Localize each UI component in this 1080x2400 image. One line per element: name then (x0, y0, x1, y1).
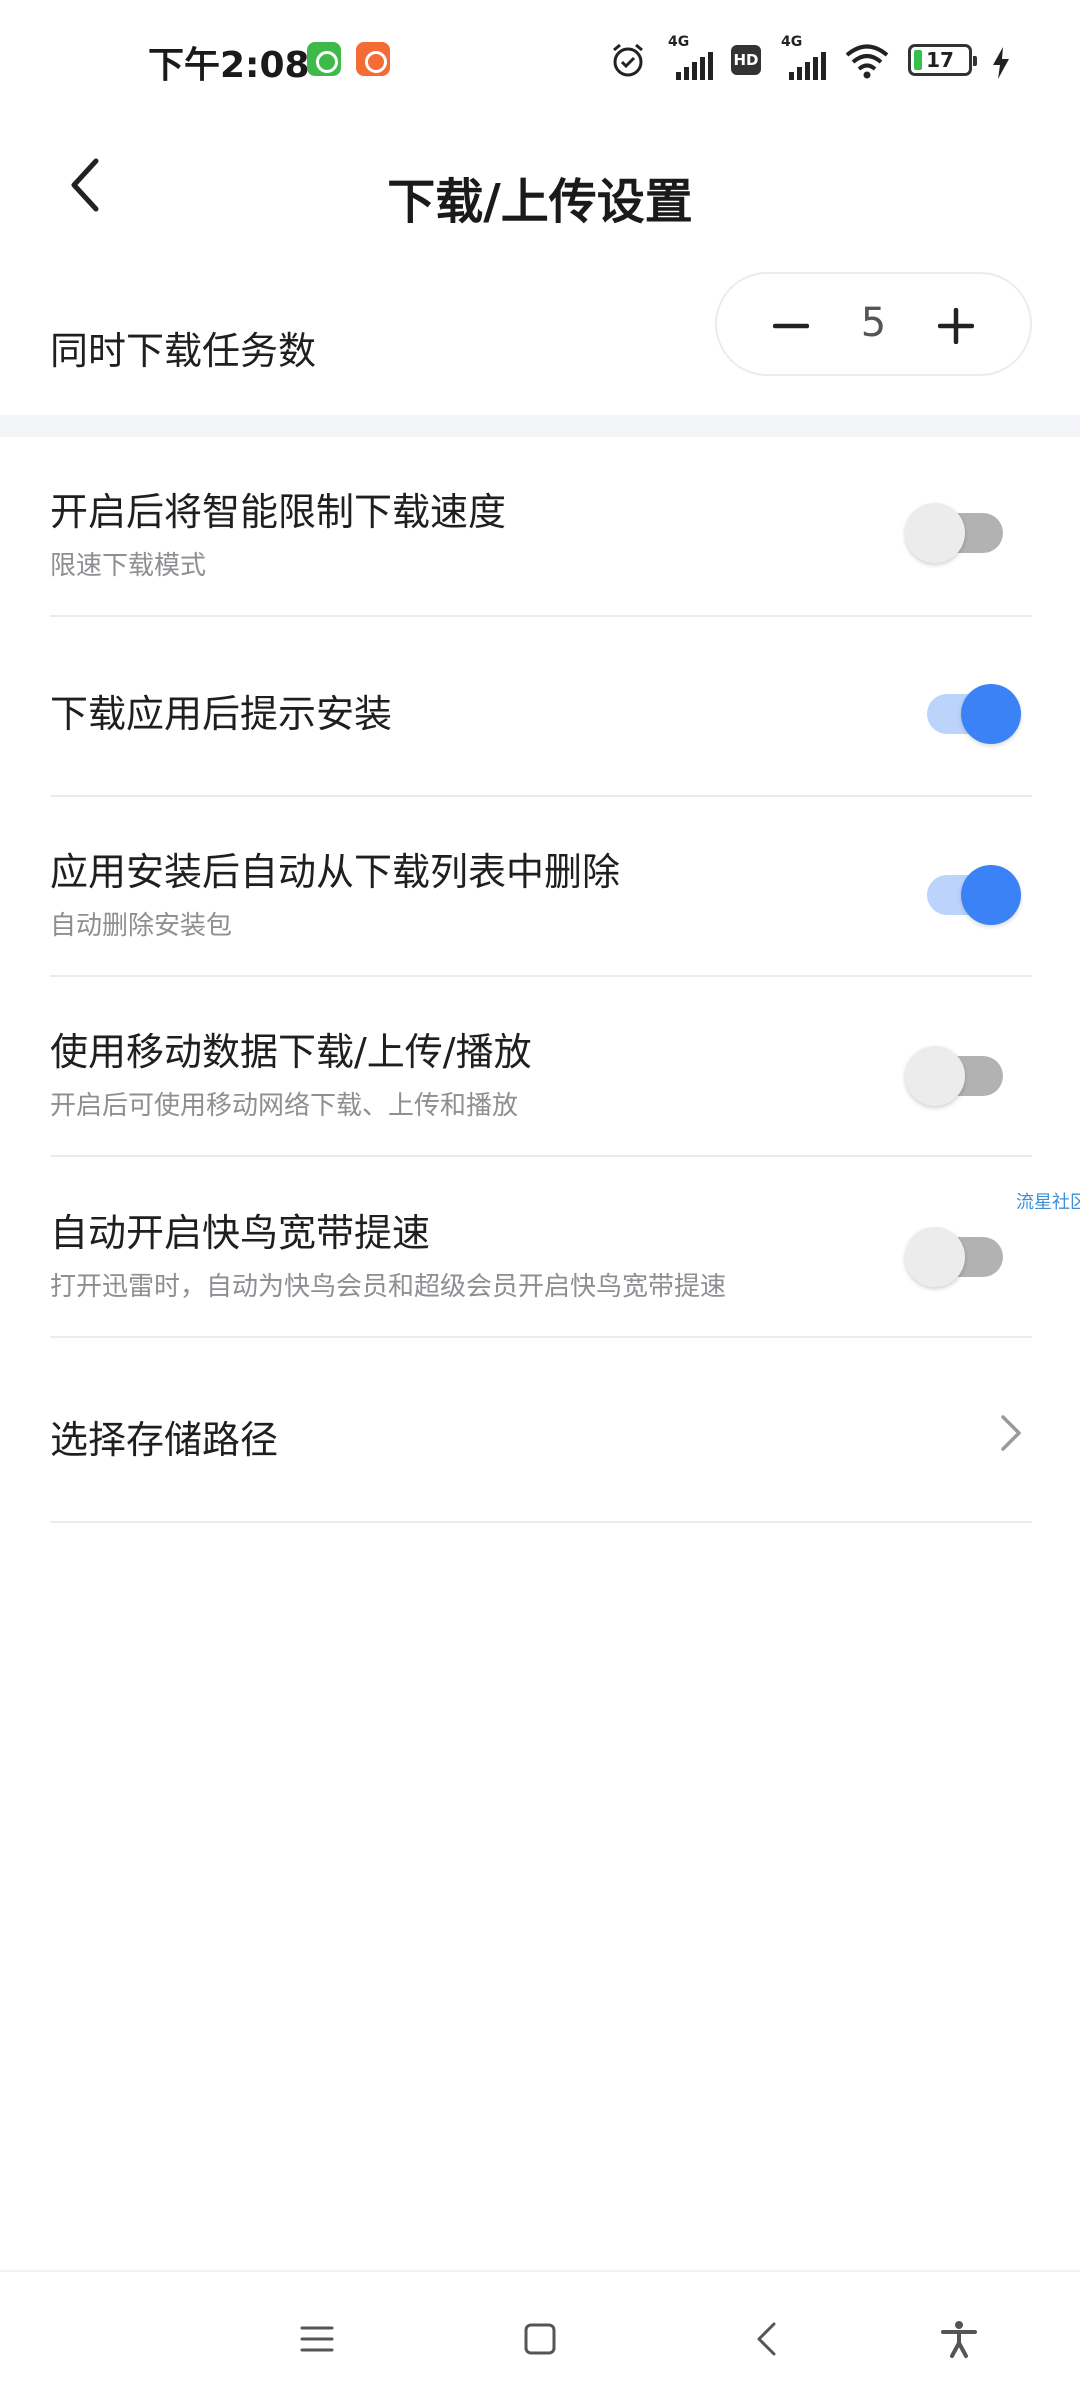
screen: 下午2:08 4G HD 4G 17 (0, 0, 1080, 2400)
header: 下载/上传设置 (0, 120, 1080, 270)
setting-subtitle: 开启后可使用移动网络下载、上传和播放 (50, 1085, 518, 1122)
status-bar: 下午2:08 4G HD 4G 17 (0, 0, 1080, 120)
charging-icon (990, 40, 1012, 80)
signal-icon-2: 4G (779, 40, 826, 80)
home-square-icon (520, 2319, 560, 2359)
system-nav-bar (0, 2270, 1080, 2400)
install-prompt-toggle[interactable] (905, 674, 1025, 744)
speed-limit-toggle[interactable] (905, 493, 1025, 563)
alarm-icon (608, 40, 648, 80)
setting-subtitle: 限速下载模式 (50, 545, 206, 582)
mobile-data-toggle[interactable] (905, 1036, 1025, 1106)
row-divider (50, 1521, 1032, 1523)
concurrent-downloads-label: 同时下载任务数 (50, 320, 316, 375)
back-triangle-icon (747, 2319, 787, 2359)
setting-subtitle: 打开迅雷时，自动为快鸟会员和超级会员开启快鸟宽带提速 (50, 1266, 726, 1303)
wifi-icon (844, 40, 890, 80)
setting-title: 下载应用后提示安装 (50, 683, 392, 738)
toggle-knob (905, 503, 965, 563)
broadband-boost-toggle[interactable] (905, 1217, 1025, 1287)
setting-title: 应用安装后自动从下载列表中删除 (50, 841, 620, 896)
toggle-knob (961, 684, 1021, 744)
watermark-text: 流星社区 (1016, 1188, 1080, 1214)
section-divider (0, 415, 1080, 437)
back-nav-button[interactable] (740, 2312, 794, 2366)
page-title: 下载/上传设置 (0, 162, 1080, 232)
concurrent-downloads-stepper: 5 (715, 272, 1032, 376)
auto-delete-toggle[interactable] (905, 855, 1025, 925)
row-divider (50, 1336, 1032, 1338)
accessibility-nav-button[interactable] (932, 2312, 986, 2366)
status-icons: 4G HD 4G 17 (608, 34, 1012, 86)
accessibility-icon (939, 2319, 979, 2359)
home-nav-button[interactable] (513, 2312, 567, 2366)
chevron-right-icon (996, 1411, 1026, 1455)
hd-badge: HD (731, 45, 761, 75)
battery-icon: 17 (908, 44, 972, 76)
concurrent-downloads-row: 同时下载任务数 5 (0, 270, 1080, 415)
signal-icon-1: 4G (666, 40, 713, 80)
setting-title: 自动开启快鸟宽带提速 (50, 1202, 430, 1257)
increment-button[interactable] (926, 296, 986, 356)
menu-nav-button[interactable] (290, 2312, 344, 2366)
setting-title: 使用移动数据下载/上传/播放 (50, 1021, 532, 1076)
plus-icon (938, 308, 974, 344)
row-divider (50, 1155, 1032, 1157)
network-type-label: 4G (668, 34, 689, 50)
menu-icon (297, 2319, 337, 2359)
network-type-label: 4G (781, 34, 802, 50)
notification-app-icon (307, 42, 341, 76)
setting-subtitle: 自动删除安装包 (50, 905, 232, 942)
setting-row-storage-path[interactable]: 选择存储路径 (0, 1343, 1080, 1523)
storage-path-label: 选择存储路径 (50, 1409, 278, 1464)
status-time: 下午2:08 (148, 36, 310, 88)
toggle-knob (905, 1227, 965, 1287)
toggle-knob (961, 865, 1021, 925)
toggle-knob (905, 1046, 965, 1106)
setting-title: 开启后将智能限制下载速度 (50, 481, 506, 536)
notification-store-icon (356, 42, 390, 76)
